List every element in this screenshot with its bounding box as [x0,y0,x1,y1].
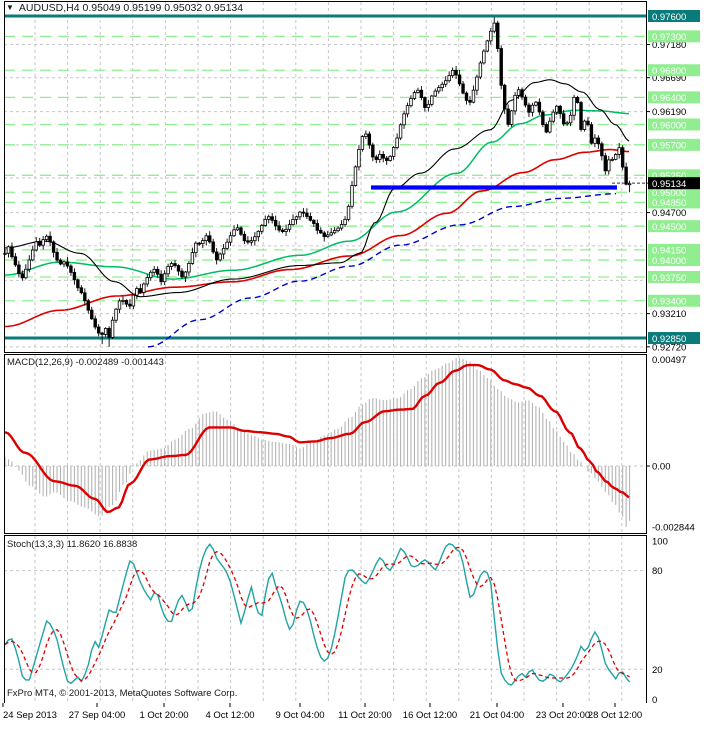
mt4-chart-window: 0.97180 0.96690 0.96190 0.94700 0.93210 0.927… [0,0,715,729]
chart-canvas[interactable]: 0.971800.966900.961900.947000.932100.927… [0,0,715,703]
panel-borders [4,1,647,703]
time-label: 23 Oct 20:00 [536,710,590,721]
stoch-axis-20: 20 [652,665,663,676]
macd-axis-min: -0.002844 [652,522,695,533]
time-label: 24 Sep 2013 [3,710,57,721]
green-level-badge: 0.96800 [652,66,686,77]
green-level-badge: 0.96000 [652,120,686,131]
collapse-arrow-icon[interactable]: ▼ [6,3,14,12]
time-axis-labels: 24 Sep 2013 27 Sep 04:00 1 Oct 20:00 4 Oct … [2,703,642,721]
stoch-axis-0: 0 [652,695,657,703]
green-level-badge: 0.97300 [652,32,686,43]
time-label: 11 Oct 20:00 [338,710,392,721]
medium-ma-green-line [4,109,630,280]
symbol-ohlc-text: AUDUSD,H4 0.95049 0.95199 0.95032 0.9513… [18,2,244,14]
stoch-axis-100: 100 [652,537,668,548]
time-label: 21 Oct 04:00 [470,710,524,721]
green-level-badge: 0.93400 [652,297,686,308]
teal-level-badge: 0.97600 [652,12,686,23]
time-label: 28 Oct 12:00 [588,710,642,721]
time-label: 9 Oct 04:00 [275,710,324,721]
chart-title: ▼ AUDUSD,H4 0.95049 0.95199 0.95032 0.951… [6,2,243,14]
stoch-axis-80: 80 [652,566,663,577]
price-scale[interactable]: 0.971800.966900.961900.947000.932100.927… [646,10,700,703]
stoch-k-line [4,543,631,686]
green-level-badge: 0.94000 [652,256,686,267]
green-level-badge: 0.95700 [652,141,686,152]
price-axis-label: 0.93210 [652,309,686,320]
teal-level-badge: 0.92850 [652,334,686,345]
green-level-badge: 0.94850 [652,198,686,209]
macd-axis-zero: 0.00 [652,462,671,473]
time-label: 16 Oct 12:00 [403,710,457,721]
time-label: 27 Sep 04:00 [69,710,126,721]
time-label: 1 Oct 20:00 [139,710,188,721]
slow-ma-red-line [4,148,630,328]
price-axis-label: 0.96190 [652,107,686,118]
time-axis[interactable]: 24 Sep 2013 27 Sep 04:00 1 Oct 20:00 4 Oct … [0,703,715,729]
macd-indicator-label: MACD(12,26,9) -0.002489 -0.001443 [7,357,164,368]
green-level-badge: 0.96400 [652,93,686,104]
time-label: 4 Oct 12:00 [205,710,254,721]
green-level-badge: 0.93750 [652,273,686,284]
trend-ma-blue-line [147,192,617,348]
macd-axis-max: 0.00497 [652,355,686,366]
candles-layer [3,17,632,347]
copyright-text: FxPro MT4, © 2001-2013, MetaQuotes Softw… [7,688,238,699]
green-level-badge: 0.94500 [652,222,686,233]
stoch-indicator-label: Stoch(13,3,3) 11.8620 16.8838 [7,539,138,550]
current-price-badge: 0.95134 [652,179,686,190]
stoch-d-line [4,546,630,682]
price-axis-label: 0.94700 [652,208,686,219]
